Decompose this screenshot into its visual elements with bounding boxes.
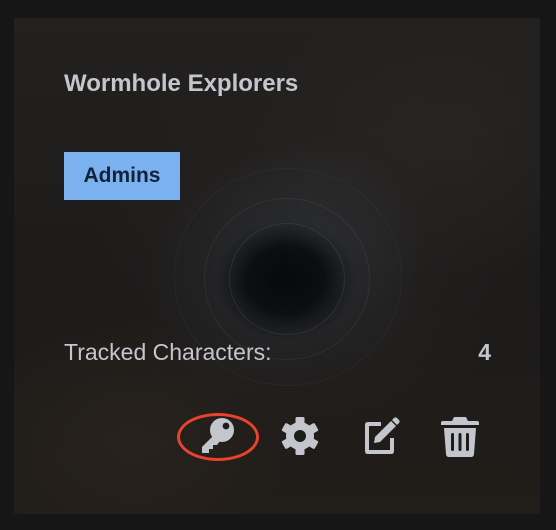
settings-button[interactable] xyxy=(275,408,325,464)
corporation-card: Wormhole Explorers Admins Tracked Charac… xyxy=(14,18,540,514)
trash-icon xyxy=(441,417,479,457)
key-button[interactable] xyxy=(192,408,242,464)
gear-icon xyxy=(281,417,319,455)
tracked-characters-count: 4 xyxy=(478,339,491,365)
delete-button[interactable] xyxy=(435,408,485,464)
edit-icon xyxy=(365,417,400,454)
admins-badge[interactable]: Admins xyxy=(64,152,180,200)
tracked-characters-label: Tracked Characters: xyxy=(64,339,272,365)
window-frame: Wormhole Explorers Admins Tracked Charac… xyxy=(0,0,556,530)
card-title: Wormhole Explorers xyxy=(64,70,299,97)
key-icon xyxy=(202,418,234,453)
edit-button[interactable] xyxy=(355,408,405,464)
card-actions xyxy=(14,408,540,468)
